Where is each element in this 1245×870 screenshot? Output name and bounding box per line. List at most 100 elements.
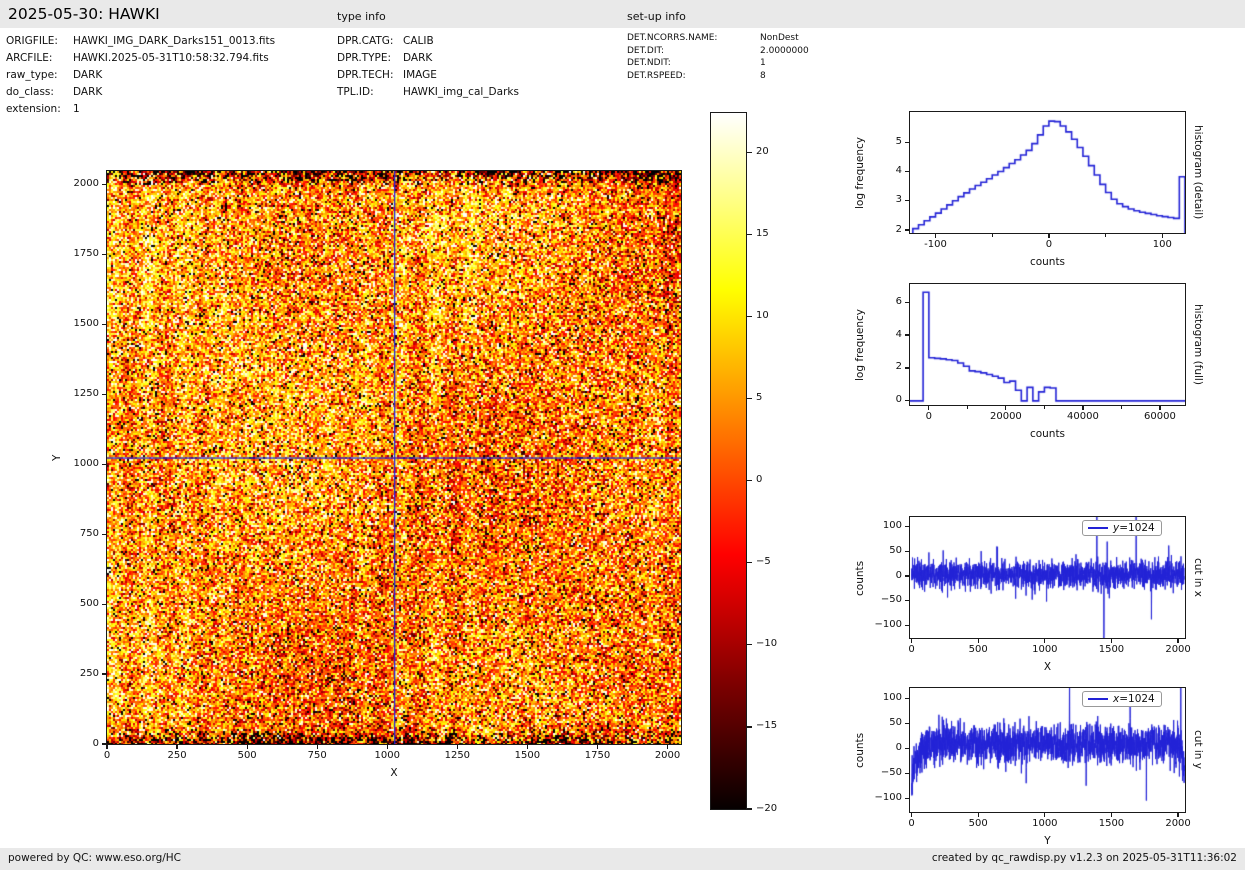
x-tick-mark: [1159, 406, 1160, 410]
field-label: DET.NDIT:: [627, 57, 760, 70]
colorbar-tick-label: −20: [756, 803, 777, 814]
x-tick-label: 1500: [501, 750, 553, 761]
cut-in-y-plot: [909, 687, 1186, 813]
x-tick-mark: [176, 745, 177, 749]
colorbar-tick-mark: [747, 562, 752, 563]
x-minor-tick-mark: [1121, 406, 1122, 409]
y-tick-label: 3: [858, 194, 902, 205]
x-tick-label: 750: [291, 750, 343, 761]
x-tick-label: 250: [151, 750, 203, 761]
y-tick-label: −100: [858, 792, 902, 803]
page-title: 2025-05-30: HAWKI: [8, 5, 160, 23]
y-tick-label: 750: [55, 528, 99, 539]
histogram-detail-canvas: [910, 112, 1185, 233]
cut-in-x-canvas: [910, 517, 1185, 638]
cut-in-x-plot: [909, 516, 1186, 639]
x-tick-label: 0: [1023, 239, 1075, 250]
colorbar-tick-mark: [747, 480, 752, 481]
x-axis-label: X: [334, 767, 454, 779]
y-axis-label: log frequency: [854, 275, 866, 415]
file-info-row: extension:1: [6, 101, 275, 118]
setup-info-row: DET.NDIT:1: [627, 57, 809, 70]
colorbar-tick-label: −5: [756, 556, 771, 567]
field-value: 8: [760, 71, 766, 81]
field-value: DARK: [73, 86, 102, 98]
field-value: 1: [73, 103, 80, 115]
y-tick-label: 1000: [55, 458, 99, 469]
colorbar-tick-mark: [747, 398, 752, 399]
colorbar-tick-label: 0: [756, 474, 762, 485]
x-tick-mark: [978, 813, 979, 817]
y-tick-label: 4: [858, 329, 902, 340]
field-label: ORIGFILE:: [6, 33, 73, 50]
right-side-label: cut in x: [1192, 503, 1204, 653]
y-tick-label: 0: [55, 738, 99, 749]
x-tick-label: -100: [910, 239, 962, 250]
x-tick-label: 1500: [1085, 644, 1137, 655]
field-value: HAWKI.2025-05-31T10:58:32.794.fits: [73, 52, 269, 64]
field-label: DPR.CATG:: [337, 33, 403, 50]
field-value: 2.0000000: [760, 46, 809, 56]
file-info-row: ARCFILE:HAWKI.2025-05-31T10:58:32.794.fi…: [6, 50, 275, 67]
dark-frame-canvas: [107, 171, 681, 744]
x-tick-label: 500: [952, 818, 1004, 829]
x-tick-mark: [911, 813, 912, 817]
x-tick-mark: [1111, 813, 1112, 817]
x-minor-tick-mark: [1044, 406, 1045, 409]
colorbar-tick-label: 20: [756, 146, 769, 157]
y-axis-label: counts: [854, 680, 866, 820]
qc-rawdisp-report: 2025-05-30: HAWKI type info set-up info …: [0, 0, 1245, 870]
x-tick-label: 1750: [571, 750, 623, 761]
x-tick-label: 1000: [1019, 818, 1071, 829]
y-axis-label: Y: [51, 388, 63, 528]
x-tick-label: 500: [221, 750, 273, 761]
histogram-detail-plot: [909, 111, 1186, 234]
field-label: extension:: [6, 101, 73, 118]
x-tick-label: 0: [903, 411, 955, 422]
setup-info-row: DET.DIT:2.0000000: [627, 45, 809, 58]
x-tick-mark: [457, 745, 458, 749]
x-tick-mark: [978, 639, 979, 643]
field-value: IMAGE: [403, 69, 437, 81]
y-tick-label: 0: [858, 394, 902, 405]
field-label: DET.DIT:: [627, 45, 760, 58]
y-tick-label: 1750: [55, 248, 99, 259]
y-axis-label: log frequency: [854, 103, 866, 243]
x-tick-mark: [667, 745, 668, 749]
field-value: HAWKI_IMG_DARK_Darks151_0013.fits: [73, 35, 275, 47]
type-info-row: TPL.ID:HAWKI_img_cal_Darks: [337, 84, 519, 101]
x-tick-label: 100: [1136, 239, 1188, 250]
x-tick-label: 500: [952, 644, 1004, 655]
x-tick-label: 2000: [642, 750, 694, 761]
type-info-block: DPR.CATG:CALIB DPR.TYPE:DARK DPR.TECH:IM…: [337, 33, 519, 101]
x-tick-label: 2000: [1152, 644, 1204, 655]
y-tick-label: 0: [858, 742, 902, 753]
right-side-label: histogram (detail): [1192, 98, 1204, 248]
field-value: 1: [760, 58, 766, 68]
footer-left-text: powered by QC: www.eso.org/HC: [8, 852, 181, 864]
field-label: DET.RSPEED:: [627, 70, 760, 83]
file-info-block: ORIGFILE:HAWKI_IMG_DARK_Darks151_0013.fi…: [6, 33, 275, 118]
y-tick-label: 0: [858, 570, 902, 581]
x-tick-mark: [935, 234, 936, 238]
colorbar-tick-mark: [747, 316, 752, 317]
x-axis-label: Y: [988, 835, 1108, 847]
x-tick-mark: [1082, 406, 1083, 410]
setup-info-heading: set-up info: [627, 10, 686, 23]
file-info-row: do_class:DARK: [6, 84, 275, 101]
x-minor-tick-mark: [1105, 234, 1106, 237]
x-tick-label: 1000: [1019, 644, 1071, 655]
x-tick-mark: [911, 639, 912, 643]
field-label: do_class:: [6, 84, 73, 101]
type-info-row: DPR.TYPE:DARK: [337, 50, 519, 67]
colorbar: [710, 112, 747, 810]
file-info-row: raw_type:DARK: [6, 67, 275, 84]
field-value: CALIB: [403, 35, 434, 47]
x-minor-tick-mark: [967, 406, 968, 409]
dark-frame-image-plot: [106, 170, 682, 745]
cut-in-y-canvas: [910, 688, 1185, 812]
y-tick-label: 6: [858, 296, 902, 307]
field-label: raw_type:: [6, 67, 73, 84]
x-tick-label: 0: [886, 644, 938, 655]
x-tick-label: 60000: [1134, 411, 1186, 422]
